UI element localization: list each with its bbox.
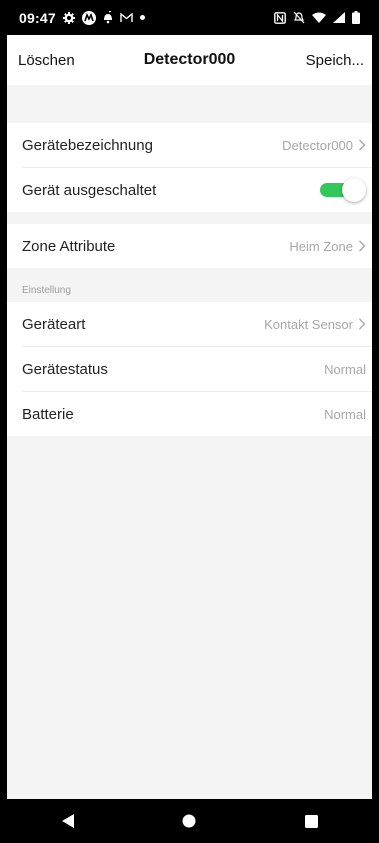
device-name-row[interactable]: Gerätebezeichnung Detector000: [7, 123, 372, 167]
home-icon[interactable]: [159, 799, 219, 843]
device-type-row[interactable]: Geräteart Kontakt Sensor: [7, 302, 372, 346]
device-group: Gerätebezeichnung Detector000 Gerät ausg…: [7, 123, 372, 212]
motorola-icon: [81, 10, 96, 25]
zone-value: Heim Zone: [289, 238, 353, 254]
spacer: [7, 85, 372, 123]
device-off-toggle[interactable]: [320, 178, 366, 202]
zone-row[interactable]: Zone Attribute Heim Zone: [7, 224, 372, 268]
spacer: [7, 212, 372, 224]
gear-icon: [62, 11, 75, 24]
chevron-right-icon: [358, 139, 366, 151]
battery-icon: [352, 11, 360, 24]
toggle-knob: [342, 178, 366, 202]
device-status-value: Normal: [324, 361, 366, 377]
status-time: 09:47: [19, 9, 56, 26]
back-icon[interactable]: [38, 799, 98, 843]
nfc-icon: [274, 11, 286, 24]
wifi-icon: [312, 12, 326, 23]
dot-icon: [139, 15, 145, 20]
battery-row: Batterie Normal: [7, 392, 372, 436]
zone-group: Zone Attribute Heim Zone: [7, 224, 372, 268]
chevron-right-icon: [358, 240, 366, 252]
chevron-right-icon: [358, 318, 366, 330]
device-off-row: Gerät ausgeschaltet: [7, 168, 372, 212]
notification-icon: [103, 11, 113, 24]
gmail-icon: [120, 12, 133, 23]
app-screen: 09:47 Löschen Detector000 Speich... Gerä…: [7, 0, 372, 843]
device-type-label: Geräteart: [22, 315, 86, 333]
device-name-value: Detector000: [282, 137, 353, 153]
device-off-label: Gerät ausgeschaltet: [22, 181, 157, 199]
device-name-label: Gerätebezeichnung: [22, 136, 153, 154]
battery-label: Batterie: [22, 405, 74, 423]
settings-group: Geräteart Kontakt Sensor Gerätestatus No…: [7, 302, 372, 436]
signal-icon: [333, 12, 345, 23]
settings-section-label: Einstellung: [7, 268, 372, 302]
app-header: Löschen Detector000 Speich...: [7, 35, 372, 85]
device-type-value: Kontakt Sensor: [264, 316, 353, 332]
zone-label: Zone Attribute: [22, 237, 116, 255]
system-nav-bar: [7, 799, 372, 843]
device-status-row: Gerätestatus Normal: [7, 347, 372, 391]
battery-value: Normal: [324, 406, 366, 422]
mute-icon: [293, 11, 305, 24]
device-status-label: Gerätestatus: [22, 360, 108, 378]
status-bar: 09:47: [7, 0, 372, 35]
delete-button[interactable]: Löschen: [18, 52, 75, 69]
save-button[interactable]: Speich...: [306, 52, 364, 69]
recents-icon[interactable]: [281, 799, 341, 843]
